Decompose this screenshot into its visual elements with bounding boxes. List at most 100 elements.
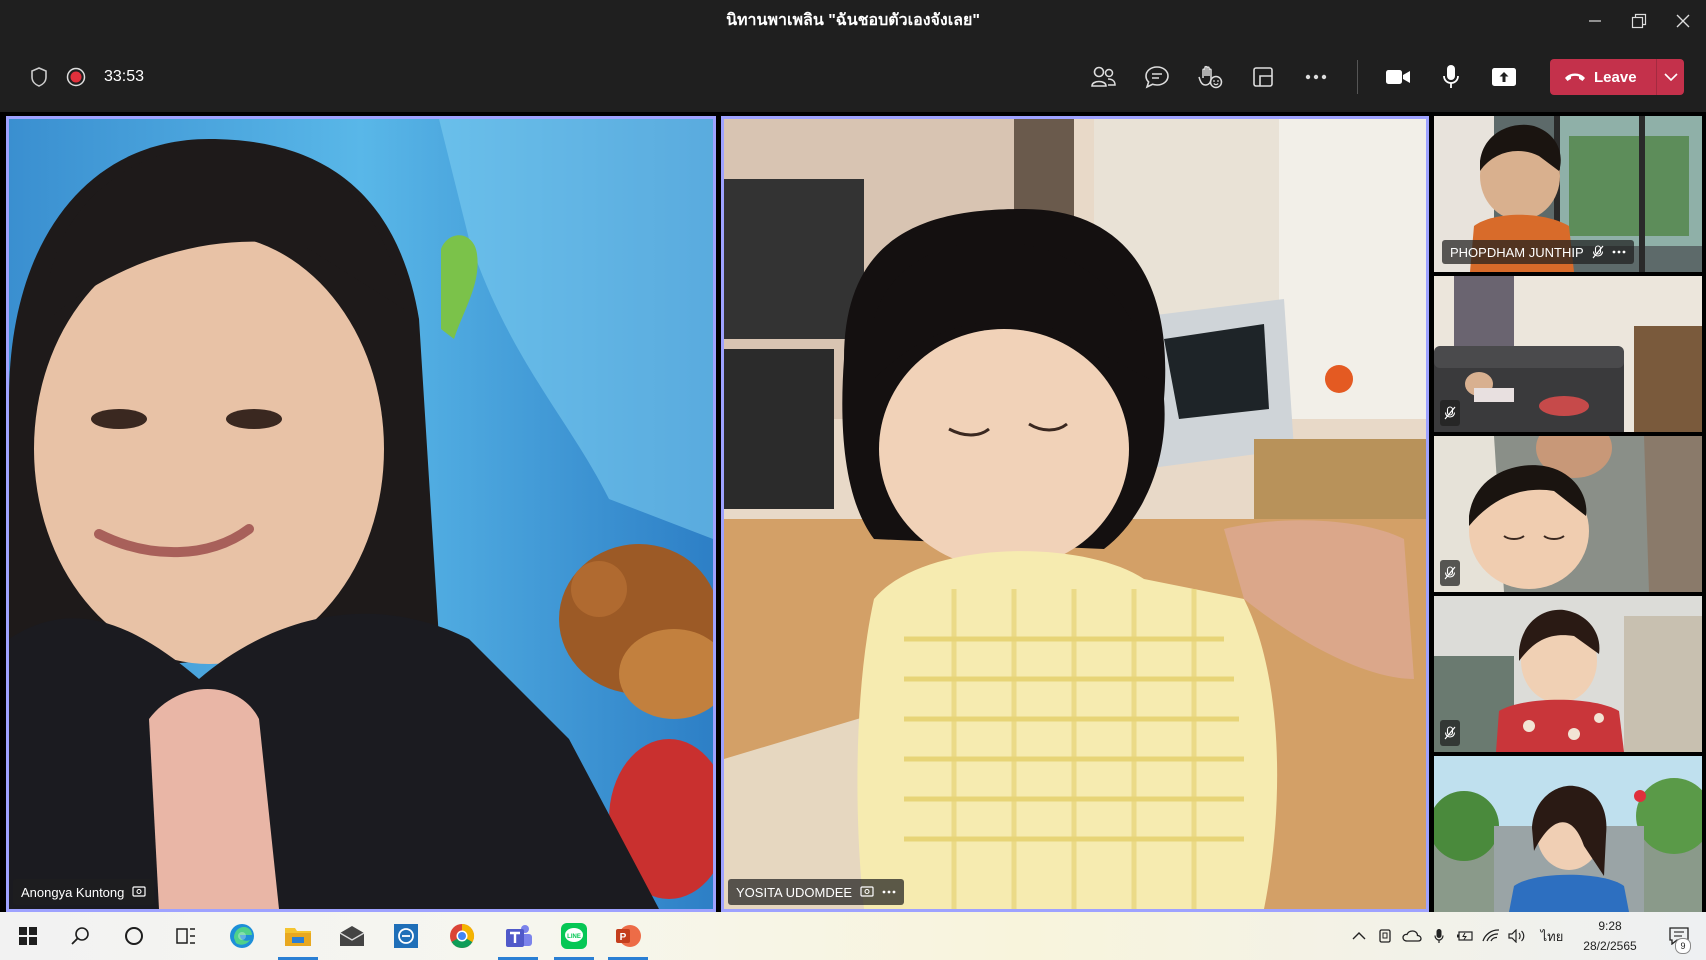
clock-date: 28/2/2565 bbox=[1583, 939, 1637, 953]
file-explorer-icon bbox=[285, 928, 311, 946]
restore-button[interactable] bbox=[1614, 0, 1664, 42]
line-app[interactable]: LINE bbox=[550, 912, 598, 960]
camera-icon bbox=[1386, 70, 1410, 84]
participant-name-tag bbox=[1440, 560, 1460, 586]
chrome-app[interactable] bbox=[438, 912, 486, 960]
participant-name: Anongya Kuntong bbox=[21, 884, 125, 900]
video-stage: Anongya Kuntong YOSITA UDOMDEE PHOPDHAM … bbox=[0, 112, 1706, 912]
participants-button[interactable] bbox=[1083, 57, 1123, 97]
close-button[interactable] bbox=[1658, 0, 1706, 42]
close-icon bbox=[1676, 14, 1690, 28]
record-icon bbox=[66, 67, 86, 87]
participant-name-tag: YOSITA UDOMDEE bbox=[728, 879, 905, 905]
camera-button[interactable] bbox=[1378, 57, 1418, 97]
tray-device-button[interactable] bbox=[1374, 912, 1396, 960]
start-icon bbox=[19, 927, 37, 945]
participant-video bbox=[9, 119, 713, 909]
mic-button[interactable] bbox=[1431, 57, 1471, 97]
share-icon bbox=[1492, 68, 1516, 86]
mail-icon bbox=[339, 926, 365, 946]
mic-off-icon bbox=[1592, 245, 1604, 259]
leave-label: Leave bbox=[1594, 68, 1637, 86]
reactions-button[interactable] bbox=[1190, 57, 1230, 97]
mail-app[interactable] bbox=[328, 912, 376, 960]
video-tile-side-3[interactable] bbox=[1434, 436, 1702, 592]
meeting-status: 33:53 bbox=[30, 42, 144, 112]
more-actions-button[interactable] bbox=[1296, 57, 1336, 97]
participants-icon bbox=[1091, 66, 1116, 87]
spotlight-icon bbox=[132, 886, 146, 897]
window-titlebar: นิทานพาเพลิน "ฉันชอบตัวเองจังเลย" bbox=[0, 0, 1706, 42]
chevron-up-icon bbox=[1352, 932, 1366, 940]
battery-button[interactable] bbox=[1454, 912, 1476, 960]
onedrive-button[interactable] bbox=[1400, 912, 1424, 960]
cloud-icon bbox=[1402, 930, 1422, 942]
chat-button[interactable] bbox=[1137, 57, 1177, 97]
participant-name-tag: PHOPDHAM JUNTHIP bbox=[1442, 240, 1634, 264]
input-language: ไทย bbox=[1540, 928, 1564, 944]
more-icon bbox=[1305, 74, 1327, 80]
edge-icon bbox=[230, 924, 254, 948]
share-button[interactable] bbox=[1484, 57, 1524, 97]
cortana-button[interactable] bbox=[110, 912, 158, 960]
volume-icon bbox=[1508, 929, 1525, 943]
battery-icon bbox=[1457, 931, 1473, 941]
chevron-down-icon bbox=[1663, 73, 1678, 81]
video-tile-side-1[interactable]: PHOPDHAM JUNTHIP bbox=[1434, 116, 1702, 272]
teams-icon bbox=[506, 925, 532, 947]
task-view-icon bbox=[176, 928, 195, 944]
leave-button-group: Leave bbox=[1550, 59, 1684, 95]
rooms-icon bbox=[1253, 67, 1273, 87]
restore-icon bbox=[1631, 13, 1647, 29]
reactions-icon bbox=[1198, 65, 1223, 89]
participant-video bbox=[1434, 596, 1702, 752]
participant-video bbox=[724, 119, 1426, 909]
powerpoint-app[interactable]: P bbox=[604, 912, 652, 960]
video-tile-side-5[interactable] bbox=[1434, 756, 1702, 912]
svg-text:P: P bbox=[620, 932, 627, 943]
rooms-button[interactable] bbox=[1243, 57, 1283, 97]
notification-count-badge: 9 bbox=[1675, 938, 1691, 954]
participant-name-tag: Anongya Kuntong bbox=[13, 879, 155, 905]
participant-video bbox=[1434, 756, 1702, 912]
hang-up-icon bbox=[1565, 73, 1585, 81]
mic-off-icon bbox=[1444, 406, 1456, 420]
video-tile-main-1[interactable]: Anongya Kuntong bbox=[6, 116, 716, 912]
app-shortcut[interactable] bbox=[382, 912, 430, 960]
participant-video bbox=[1434, 276, 1702, 432]
leave-button[interactable]: Leave bbox=[1550, 59, 1656, 95]
teams-app[interactable] bbox=[494, 912, 542, 960]
volume-button[interactable] bbox=[1506, 912, 1528, 960]
chrome-icon bbox=[450, 924, 475, 949]
minimize-button[interactable] bbox=[1570, 0, 1620, 42]
participant-video bbox=[1434, 436, 1702, 592]
spotlight-icon bbox=[860, 886, 874, 897]
input-language-button[interactable]: ไทย bbox=[1538, 912, 1566, 960]
window-title: นิทานพาเพลิน "ฉันชอบตัวเองจังเลย" bbox=[726, 12, 980, 29]
taskbar-clock[interactable]: 9:28 28/2/2565 bbox=[1565, 916, 1655, 956]
more-icon[interactable] bbox=[1612, 250, 1626, 254]
svg-text:LINE: LINE bbox=[567, 934, 581, 940]
meeting-timer: 33:53 bbox=[104, 68, 145, 85]
wifi-icon bbox=[1482, 929, 1500, 942]
video-tile-side-4[interactable] bbox=[1434, 596, 1702, 752]
video-tile-main-2[interactable]: YOSITA UDOMDEE bbox=[721, 116, 1429, 912]
edge-app[interactable] bbox=[218, 912, 266, 960]
more-icon[interactable] bbox=[882, 890, 896, 894]
task-view-button[interactable] bbox=[162, 912, 210, 960]
participant-name: PHOPDHAM JUNTHIP bbox=[1450, 244, 1584, 260]
mic-icon bbox=[1443, 65, 1459, 88]
file-explorer-app[interactable] bbox=[274, 912, 322, 960]
search-button[interactable] bbox=[56, 912, 104, 960]
toolbar-divider bbox=[1357, 60, 1358, 94]
participant-name-tag bbox=[1440, 400, 1460, 426]
video-tile-side-2[interactable] bbox=[1434, 276, 1702, 432]
microphone-tray-button[interactable] bbox=[1428, 912, 1450, 960]
wifi-button[interactable] bbox=[1480, 912, 1502, 960]
mic-off-icon bbox=[1444, 726, 1456, 740]
start-button[interactable] bbox=[4, 912, 52, 960]
show-hidden-icons-button[interactable] bbox=[1348, 912, 1370, 960]
cortana-icon bbox=[125, 927, 143, 945]
shield-icon bbox=[31, 67, 47, 87]
leave-options-button[interactable] bbox=[1657, 59, 1684, 95]
